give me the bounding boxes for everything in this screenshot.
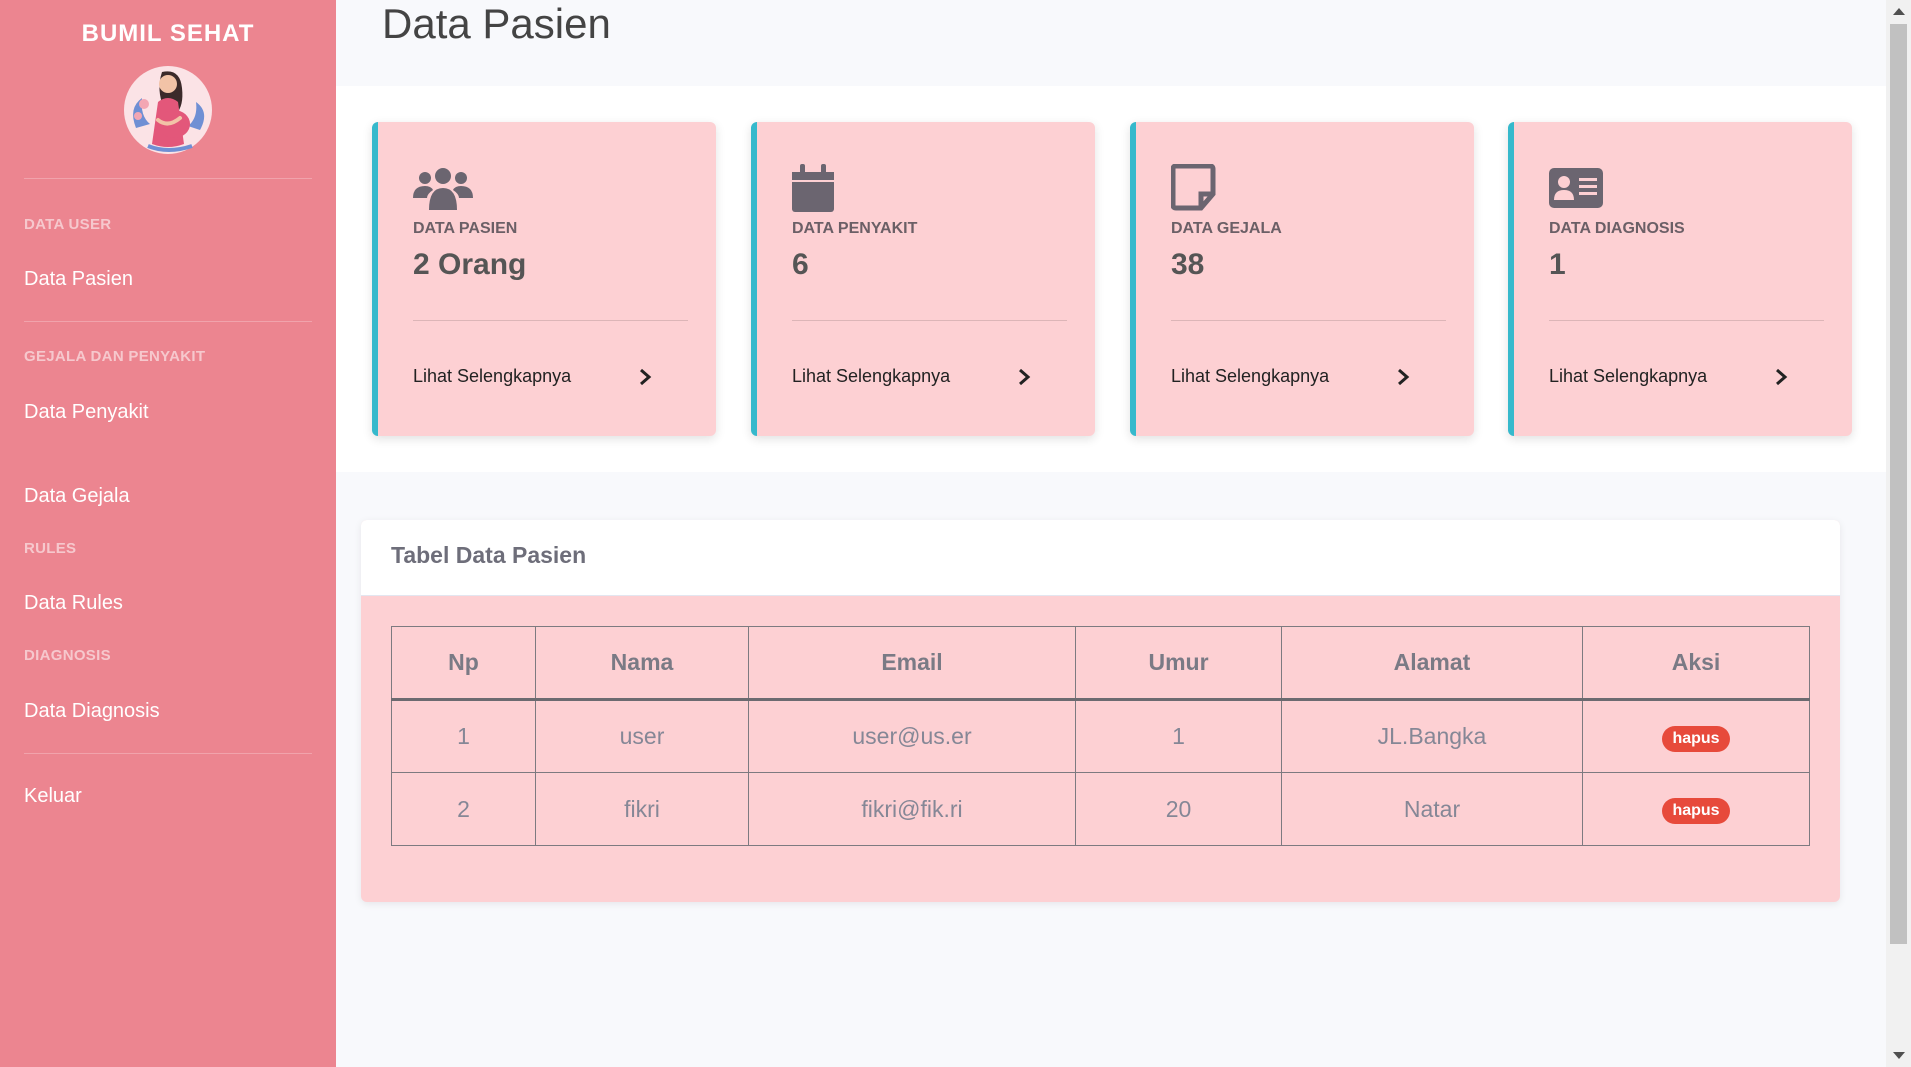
card-value: 38 bbox=[1171, 248, 1205, 281]
card-label: DATA PENYAKIT bbox=[792, 220, 918, 237]
column-header-umur: Umur bbox=[1075, 626, 1282, 701]
cell-umur: 1 bbox=[1075, 699, 1282, 773]
sidebar-item-data-penyakit[interactable]: Data Penyakit bbox=[24, 401, 149, 424]
card-divider bbox=[1171, 320, 1446, 321]
vertical-scrollbar[interactable] bbox=[1886, 0, 1911, 1067]
chevron-right-icon[interactable] bbox=[638, 368, 652, 386]
card-divider bbox=[792, 320, 1067, 321]
sticky-note-icon bbox=[1171, 164, 1216, 211]
brand-title[interactable]: BUMIL SEHAT bbox=[0, 20, 336, 48]
page-title: Data Pasien bbox=[382, 0, 611, 47]
sidebar-item-data-rules[interactable]: Data Rules bbox=[24, 592, 123, 615]
scroll-down-arrow-icon[interactable] bbox=[1893, 1052, 1905, 1059]
card-data-diagnosis: DATA DIAGNOSIS 1 Lihat Selengkapnya bbox=[1508, 122, 1852, 436]
users-icon bbox=[413, 168, 473, 210]
card-label: DATA DIAGNOSIS bbox=[1549, 220, 1685, 237]
scrollbar-thumb[interactable] bbox=[1890, 24, 1907, 944]
cell-alamat: JL.Bangka bbox=[1281, 699, 1583, 773]
table-card-header: Tabel Data Pasien bbox=[361, 520, 1840, 596]
card-divider bbox=[1549, 320, 1824, 321]
sidebar-item-data-pasien[interactable]: Data Pasien bbox=[24, 268, 133, 291]
section-heading-rules: RULES bbox=[24, 540, 77, 557]
calendar-icon bbox=[792, 164, 834, 212]
sidebar-divider bbox=[24, 753, 312, 754]
card-value: 6 bbox=[792, 248, 809, 281]
cell-no: 1 bbox=[391, 699, 536, 773]
card-value: 2 Orang bbox=[413, 248, 527, 281]
sidebar-divider bbox=[24, 178, 312, 179]
column-header-alamat: Alamat bbox=[1281, 626, 1583, 701]
cell-nama: user bbox=[535, 699, 749, 773]
card-label: DATA GEJALA bbox=[1171, 220, 1282, 237]
card-value: 1 bbox=[1549, 248, 1566, 281]
column-header-nama: Nama bbox=[535, 626, 749, 701]
table-title: Tabel Data Pasien bbox=[391, 542, 587, 568]
card-label: DATA PASIEN bbox=[413, 220, 518, 237]
cell-alamat: Natar bbox=[1281, 772, 1583, 846]
patient-table-card: Tabel Data Pasien Np Nama Email Umur Ala… bbox=[361, 520, 1840, 902]
card-data-pasien: DATA PASIEN 2 Orang Lihat Selengkapnya bbox=[372, 122, 716, 436]
card-data-gejala: DATA GEJALA 38 Lihat Selengkapnya bbox=[1130, 122, 1474, 436]
section-heading-data-user: DATA USER bbox=[24, 216, 112, 233]
cell-aksi: hapus bbox=[1582, 772, 1810, 846]
chevron-right-icon[interactable] bbox=[1017, 368, 1031, 386]
sidebar-item-data-diagnosis[interactable]: Data Diagnosis bbox=[24, 700, 160, 723]
see-more-link[interactable]: Lihat Selengkapnya bbox=[413, 366, 571, 387]
cell-email: fikri@fik.ri bbox=[748, 772, 1076, 846]
chevron-right-icon[interactable] bbox=[1774, 368, 1788, 386]
see-more-link[interactable]: Lihat Selengkapnya bbox=[792, 366, 950, 387]
column-header-np: Np bbox=[391, 626, 536, 701]
sidebar-item-keluar[interactable]: Keluar bbox=[24, 785, 82, 808]
column-header-aksi: Aksi bbox=[1582, 626, 1810, 701]
id-card-icon bbox=[1549, 168, 1603, 208]
table-row: 1 user user@us.er 1 JL.Bangka hapus bbox=[391, 699, 1810, 773]
sidebar-divider bbox=[24, 321, 312, 322]
pregnant-woman-logo bbox=[124, 66, 212, 154]
card-divider bbox=[413, 320, 688, 321]
cell-umur: 20 bbox=[1075, 772, 1282, 846]
table-header-row: Np Nama Email Umur Alamat Aksi bbox=[391, 626, 1810, 701]
sidebar: BUMIL SEHAT DATA USER Data Pasien GEJALA… bbox=[0, 0, 336, 1067]
section-heading-diagnosis: DIAGNOSIS bbox=[24, 647, 111, 664]
scroll-up-arrow-icon[interactable] bbox=[1893, 8, 1905, 15]
cell-nama: fikri bbox=[535, 772, 749, 846]
chevron-right-icon[interactable] bbox=[1396, 368, 1410, 386]
cell-aksi: hapus bbox=[1582, 699, 1810, 773]
delete-button[interactable]: hapus bbox=[1662, 798, 1730, 824]
patient-table: Np Nama Email Umur Alamat Aksi 1 user us… bbox=[391, 626, 1810, 846]
cell-email: user@us.er bbox=[748, 699, 1076, 773]
delete-button[interactable]: hapus bbox=[1662, 725, 1730, 752]
table-row: 2 fikri fikri@fik.ri 20 Natar hapus bbox=[391, 772, 1810, 846]
cell-no: 2 bbox=[391, 772, 536, 846]
see-more-link[interactable]: Lihat Selengkapnya bbox=[1171, 366, 1329, 387]
section-heading-gejala-penyakit: GEJALA DAN PENYAKIT bbox=[24, 348, 206, 365]
sidebar-item-data-gejala[interactable]: Data Gejala bbox=[24, 485, 130, 508]
see-more-link[interactable]: Lihat Selengkapnya bbox=[1549, 366, 1707, 387]
card-data-penyakit: DATA PENYAKIT 6 Lihat Selengkapnya bbox=[751, 122, 1095, 436]
column-header-email: Email bbox=[748, 626, 1076, 701]
